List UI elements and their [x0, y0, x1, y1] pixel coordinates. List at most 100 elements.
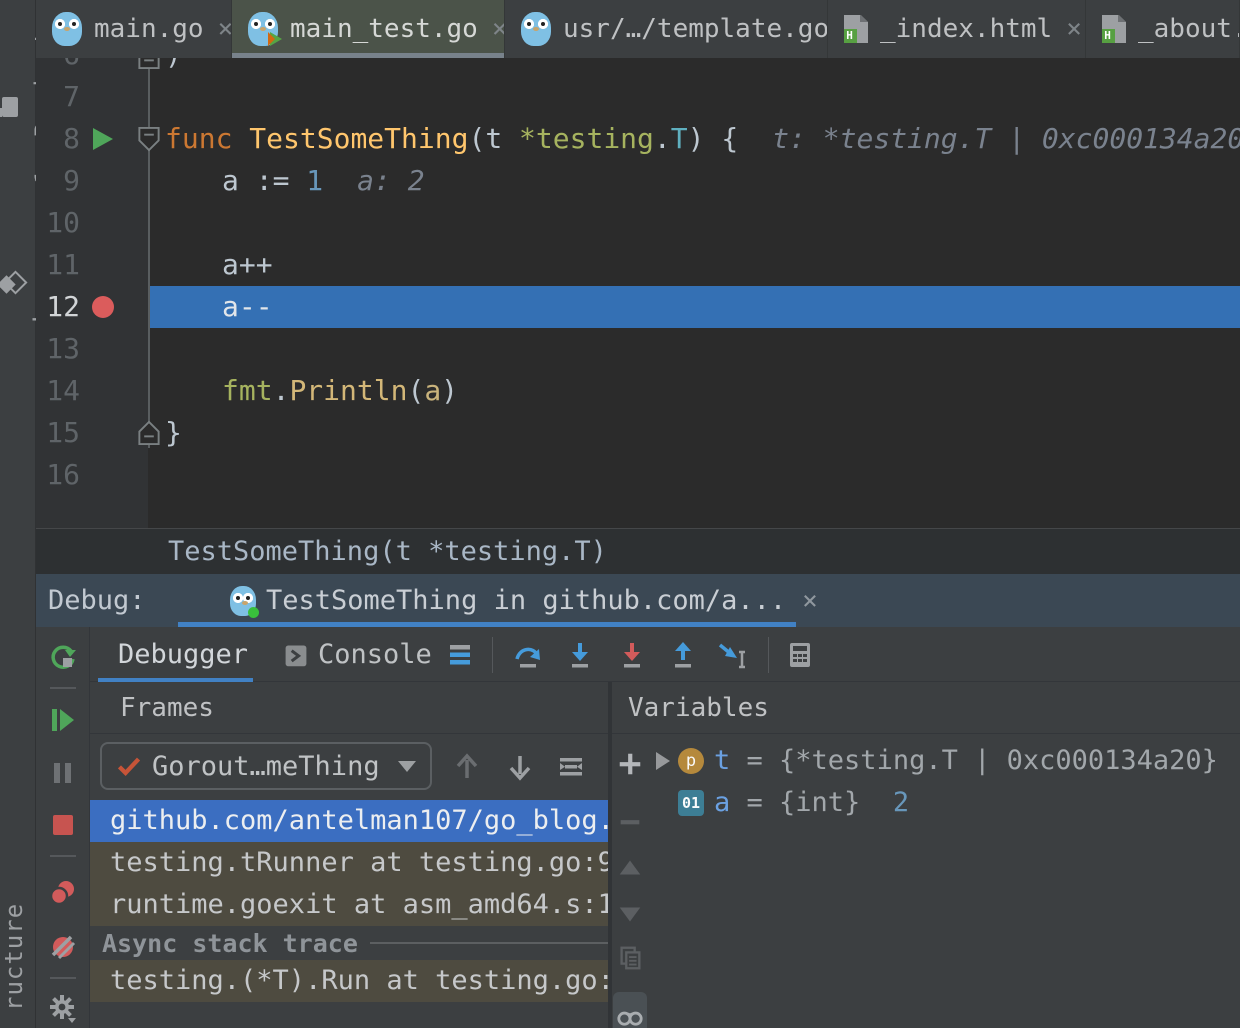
frames-toolbar: Gorout…meThing: [90, 734, 608, 800]
editor-tab-_index.html[interactable]: H_index.html×: [828, 0, 1086, 58]
stripe-button-project[interactable]: 1: Project: [0, 14, 36, 200]
code-line-10[interactable]: 10: [36, 202, 1240, 244]
code-text: a--: [222, 286, 273, 328]
toolbar-separator: [50, 977, 76, 979]
pause-button[interactable]: [48, 758, 78, 788]
show-execution-point-button[interactable]: [445, 640, 475, 670]
line-number[interactable]: 7: [36, 76, 80, 118]
tab-close-icon[interactable]: ×: [492, 16, 505, 42]
tab-close-icon[interactable]: ×: [1066, 16, 1082, 42]
view-breakpoints-button[interactable]: [48, 878, 78, 908]
evaluate-expression-button[interactable]: [785, 640, 815, 670]
line-number[interactable]: 12: [36, 286, 80, 328]
stop-icon: [48, 810, 78, 840]
resume-button[interactable]: [48, 705, 78, 735]
tab-debugger[interactable]: Debugger: [118, 627, 248, 682]
toolbar-separator: [768, 637, 769, 673]
mute-breakpoints-button[interactable]: [48, 932, 78, 962]
code-line-15[interactable]: 15}: [36, 412, 1240, 454]
editor-tab-main_test.go[interactable]: main_test.go ×: [232, 0, 505, 58]
rerun-button[interactable]: [48, 643, 78, 673]
toolbar-separator: [492, 637, 493, 673]
tab-label: main_test.go: [290, 14, 478, 44]
code-editor[interactable]: 6)78 func TestSomeThing(t *testing.T) {t:…: [36, 58, 1240, 528]
move-up-icon: [616, 854, 644, 882]
force-step-into-button[interactable]: [617, 640, 647, 670]
line-number[interactable]: 15: [36, 412, 80, 454]
goland-ide-window: 1: ProjectLearnructure main.go×main_test…: [0, 0, 1240, 1028]
fold-marker-icon[interactable]: [136, 58, 162, 70]
line-number[interactable]: 13: [36, 328, 80, 370]
debug-session-tab[interactable]: TestSomeThing in github.com/a...×: [178, 574, 796, 627]
run-test-gutter-icon[interactable]: [93, 128, 113, 150]
code-line-7[interactable]: 7: [36, 76, 1240, 118]
variable-row-a[interactable]: 01a = {int} 2: [648, 782, 1240, 824]
frames-list: github.com/antelman107/go_blog.testing.t…: [90, 800, 608, 1002]
console-icon: [283, 642, 309, 668]
duplicate-button[interactable]: [616, 944, 644, 972]
tab-console[interactable]: [283, 642, 309, 668]
stop-button[interactable]: [48, 810, 78, 840]
settings-button[interactable]: [48, 993, 78, 1023]
code-line-13[interactable]: 13: [36, 328, 1240, 370]
debug-side-toolbar: [36, 627, 90, 1028]
remove-watch-button[interactable]: [616, 808, 644, 836]
frame-up-button[interactable]: [452, 752, 482, 782]
editor-tab-main.go[interactable]: main.go×: [36, 0, 232, 58]
tab-close-icon[interactable]: ×: [218, 16, 232, 42]
move-up-button[interactable]: [616, 854, 644, 882]
variables-panel-title: Variables: [612, 682, 1240, 734]
code-line-16[interactable]: 16: [36, 454, 1240, 496]
editor-tab-_about.[interactable]: H_about.: [1086, 0, 1240, 58]
step-out-button[interactable]: [668, 640, 698, 670]
frame-down-button[interactable]: [505, 752, 535, 782]
expand-arrow-icon[interactable]: [656, 752, 670, 770]
variables-tree: pt = {*testing.T | 0xc000134a20}01a = {i…: [648, 734, 1240, 1028]
variable-value: 2: [877, 782, 910, 824]
line-number[interactable]: 9: [36, 160, 80, 202]
line-number[interactable]: 10: [36, 202, 80, 244]
line-number[interactable]: 16: [36, 454, 80, 496]
code-line-12[interactable]: 12 a--: [36, 286, 1240, 328]
context-method-signature: TestSomeThing(t *testing.T): [168, 536, 607, 567]
debug-session-tab-title: TestSomeThing in github.com/a...: [266, 585, 786, 616]
tab-console-label[interactable]: Console: [318, 627, 432, 682]
code-line-8[interactable]: 8 func TestSomeThing(t *testing.T) {t: *t…: [36, 118, 1240, 160]
stripe-button-learn[interactable]: Learn: [0, 226, 36, 342]
show-watches-button[interactable]: [613, 992, 647, 1028]
code-line-6[interactable]: 6): [36, 58, 1240, 76]
step-into-button[interactable]: [565, 640, 595, 670]
fold-marker-icon[interactable]: [136, 126, 162, 152]
hide-frames-button[interactable]: [556, 752, 586, 782]
code-line-14[interactable]: 14fmt.Println(a): [36, 370, 1240, 412]
fold-marker-icon[interactable]: [136, 420, 162, 446]
variable-row-t[interactable]: pt = {*testing.T | 0xc000134a20}: [648, 740, 1240, 782]
tab-label: usr/…/template.go: [563, 14, 828, 44]
editor-tab-usrtemplate.go[interactable]: usr/…/template.go×: [505, 0, 828, 58]
code-line-11[interactable]: 11a++: [36, 244, 1240, 286]
debug-panel: Debugger Console: [36, 627, 1240, 1028]
stack-frame-row[interactable]: testing.(*T).Run at testing.go:: [90, 960, 608, 1002]
line-number[interactable]: 11: [36, 244, 80, 286]
debug-top-toolbar: Debugger Console: [90, 627, 1240, 682]
run-to-cursor-button[interactable]: [717, 640, 747, 670]
remove-watch-icon: [616, 808, 644, 836]
step-over-button[interactable]: [513, 640, 543, 670]
debug-tab-close-icon[interactable]: ×: [802, 586, 818, 616]
code-line-9[interactable]: 9a := 1a: 2: [36, 160, 1240, 202]
frame-up-icon: [452, 752, 482, 782]
stripe-button-structure[interactable]: ructure: [0, 862, 36, 1028]
mute-breakpoints-icon: [48, 932, 78, 962]
async-stack-trace-separator: Async stack trace: [90, 926, 608, 960]
add-watch-button[interactable]: [616, 750, 644, 778]
line-number[interactable]: 8: [36, 118, 80, 160]
goroutine-selector-dropdown[interactable]: Gorout…meThing: [100, 742, 432, 790]
line-number[interactable]: 6: [36, 58, 80, 76]
stack-frame-row[interactable]: runtime.goexit at asm_amd64.s:1: [90, 884, 608, 926]
breakpoint-icon[interactable]: [92, 296, 114, 318]
stack-frame-row[interactable]: testing.tRunner at testing.go:9: [90, 842, 608, 884]
code-text: func TestSomeThing(t *testing.T) {t: *te…: [165, 118, 1240, 160]
line-number[interactable]: 14: [36, 370, 80, 412]
move-down-button[interactable]: [616, 900, 644, 928]
stack-frame-row[interactable]: github.com/antelman107/go_blog.: [90, 800, 608, 842]
